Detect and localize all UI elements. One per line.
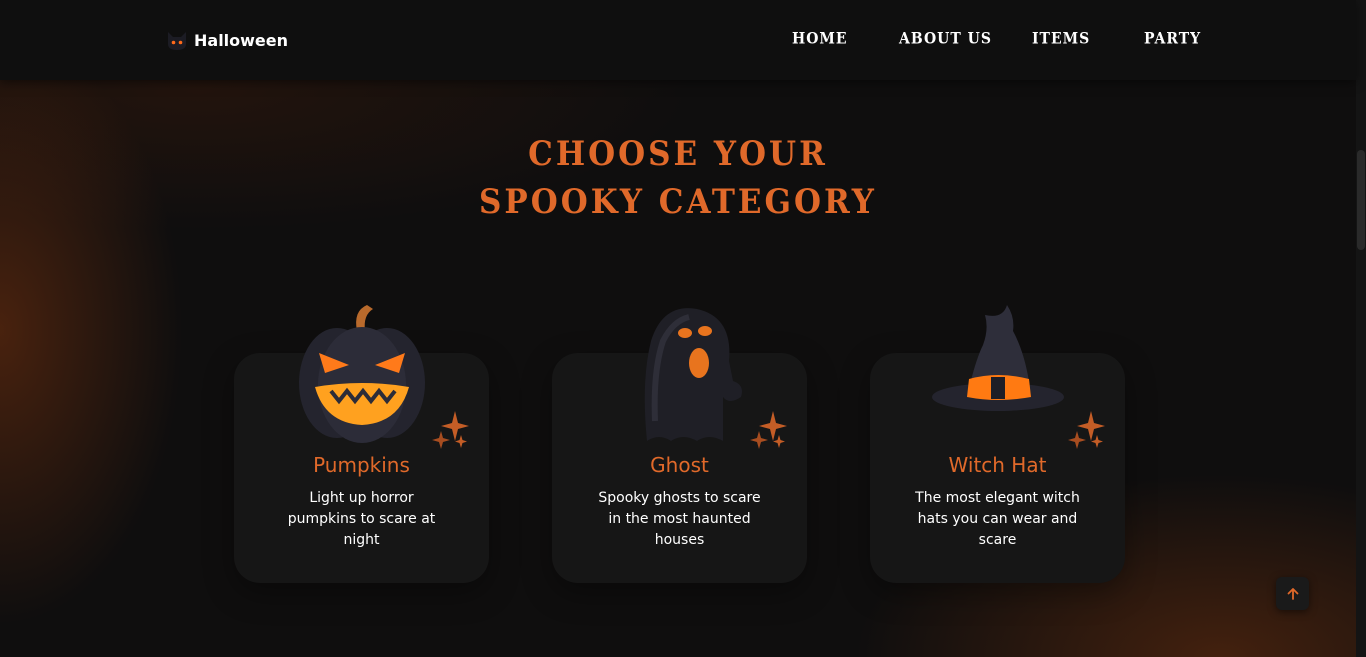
card-description: Light up horror pumpkins to scare at nig… [287, 490, 436, 548]
nav-link-items[interactable]: Items [1032, 30, 1090, 48]
card-title: Ghost [650, 453, 709, 477]
page-scrollbar[interactable] [1356, 0, 1366, 657]
nav-link-about-us[interactable]: About us [899, 30, 992, 48]
scrollbar-thumb[interactable] [1357, 150, 1365, 250]
scroll-to-top-button[interactable] [1276, 577, 1309, 610]
sparkle-icon [432, 411, 469, 449]
site-header: Halloween Home About us Items Party [0, 0, 1356, 80]
card-title: Pumpkins [313, 453, 410, 477]
arrow-up-icon [1287, 587, 1298, 600]
witch-hat-icon [931, 305, 1064, 411]
category-card-ghost[interactable]: Ghost Spooky ghosts to scare in the most… [552, 308, 807, 583]
section-title-line-1: Choose your [528, 134, 828, 174]
card-description: The most elegant witch hats you can wear… [915, 490, 1080, 548]
card-description: Spooky ghosts to scare in the most haunt… [598, 490, 761, 548]
category-card-pumpkins[interactable]: Pumpkins Light up horror pumpkins to sca… [234, 305, 489, 583]
jack-o-lantern-icon [298, 305, 425, 443]
section-title-line-2: Spooky category [479, 182, 877, 222]
nav-link-home[interactable]: Home [792, 30, 848, 48]
ghost-icon [644, 308, 742, 441]
main-nav: Home About us Items Party [0, 30, 1356, 51]
card-title: Witch Hat [948, 453, 1047, 477]
category-card-witch-hat[interactable]: Witch Hat The most elegant witch hats yo… [870, 305, 1125, 583]
sparkle-icon [1068, 411, 1105, 449]
sparkle-icon [750, 411, 787, 449]
nav-link-party[interactable]: Party [1144, 30, 1201, 48]
